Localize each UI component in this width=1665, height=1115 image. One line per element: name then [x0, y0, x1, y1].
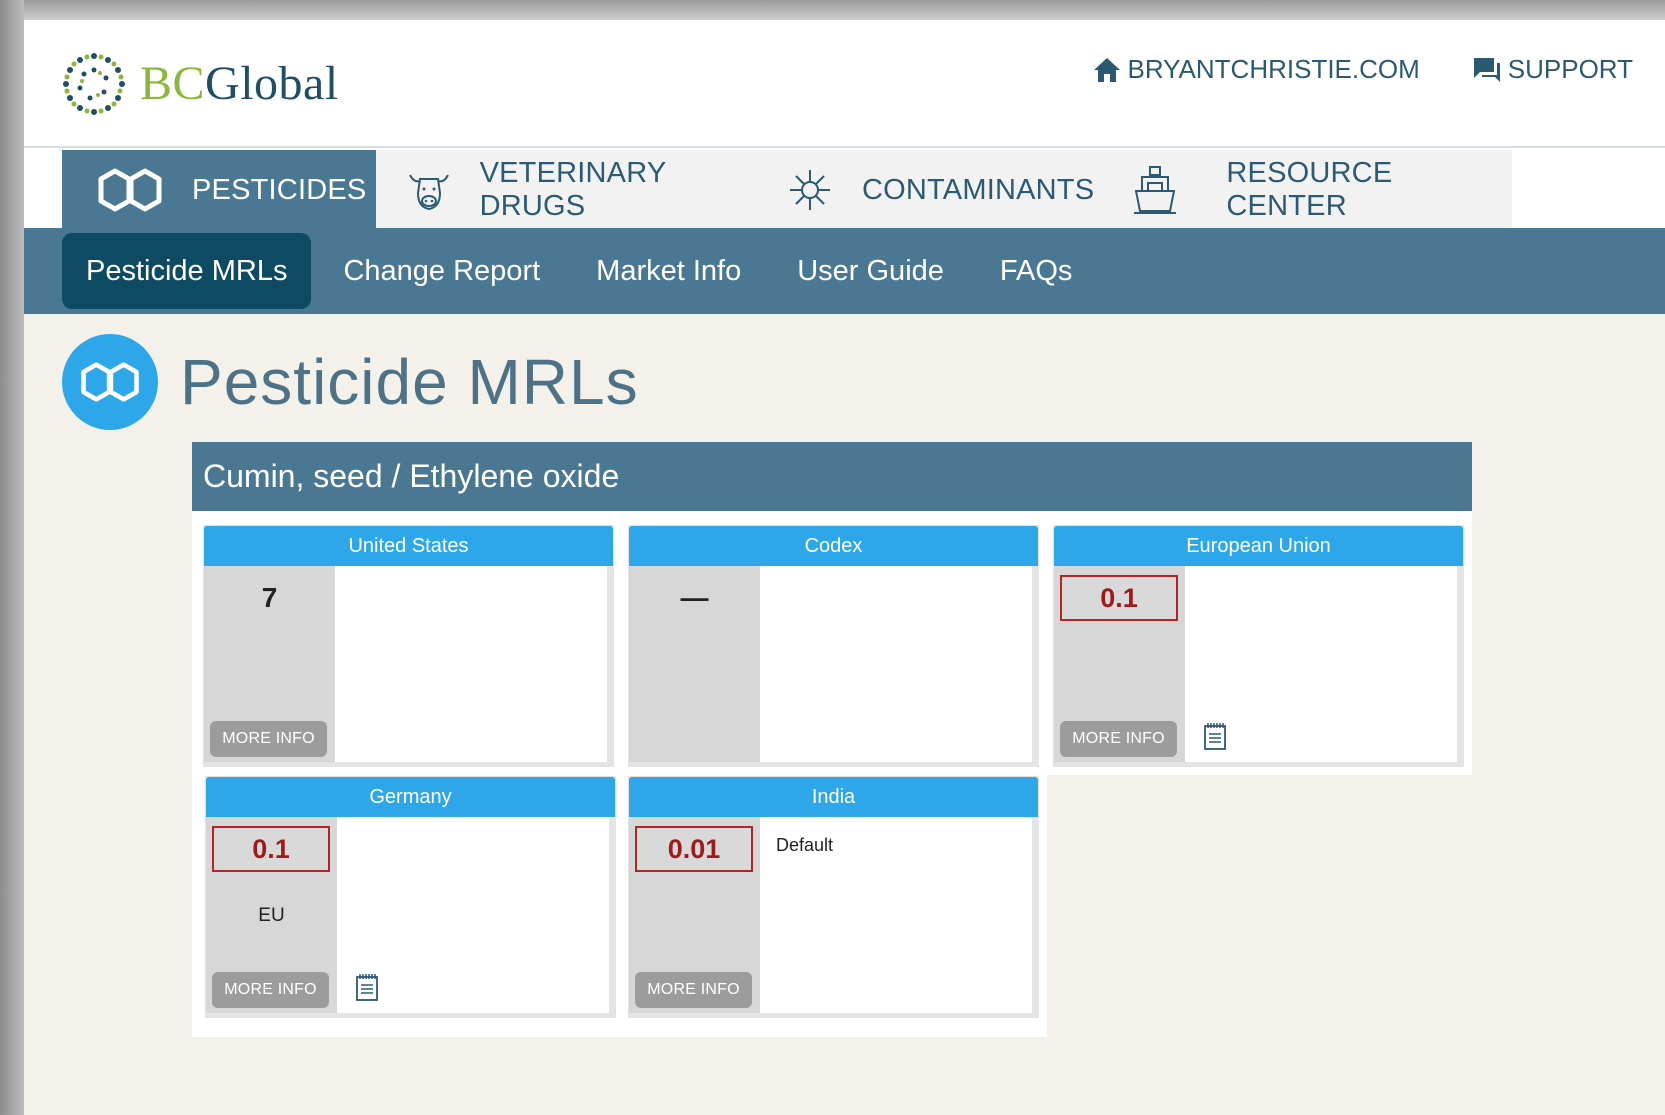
bryantchristie-link[interactable]: BRYANTCHRISTIE.COM [1093, 54, 1420, 85]
more-info-button[interactable]: MORE INFO [210, 721, 327, 757]
page-title: Pesticide MRLs [180, 346, 639, 418]
subnav-change-report[interactable]: Change Report [319, 233, 564, 309]
mrl-value: 0.01 [635, 826, 753, 872]
card-header: Codex [629, 526, 1038, 566]
browser-window: BCGlobal BRYANTCHRISTIE.COM SUPPORT PEST… [24, 20, 1665, 1115]
market-card-india: India 0.01 MORE INFO Default [628, 776, 1039, 1018]
page-title-block: Pesticide MRLs [62, 334, 639, 430]
logo-text: BCGlobal [140, 60, 339, 108]
sub-nav: Pesticide MRLs Change Report Market Info… [24, 228, 1665, 314]
market-card-germany: Germany 0.1 EU MORE INFO [205, 776, 616, 1018]
card-mrl-column: — [629, 566, 760, 762]
card-body: 0.1 MORE INFO [1054, 566, 1465, 762]
card-header: Germany [206, 777, 615, 817]
notes-icon[interactable] [1203, 722, 1227, 750]
hexagon-rings-icon [92, 167, 168, 213]
subnav-pesticide-mrls[interactable]: Pesticide MRLs [62, 233, 312, 309]
tab-veterinary-drugs-label: VETERINARY DRUGS [479, 157, 666, 222]
tab-contaminants[interactable]: CONTAMINANTS [766, 150, 1114, 230]
ship-icon [1130, 165, 1180, 215]
window-frame-top [0, 0, 1665, 20]
card-body: 7 MORE INFO [204, 566, 615, 762]
tab-resource-center[interactable]: RESOURCE CENTER [1114, 150, 1512, 230]
subnav-faqs[interactable]: FAQs [976, 233, 1097, 309]
card-body: 0.01 MORE INFO Default [629, 817, 1040, 1013]
cards-row-2: Germany 0.1 EU MORE INFO India 0.01 MORE… [192, 775, 1047, 1037]
card-mrl-column: 0.01 MORE INFO [629, 817, 760, 1013]
mrl-value: — [680, 582, 709, 613]
subnav-user-guide[interactable]: User Guide [773, 233, 968, 309]
bryantchristie-link-label: BRYANTCHRISTIE.COM [1127, 54, 1420, 84]
card-body: 0.1 EU MORE INFO [206, 817, 617, 1013]
more-info-button[interactable]: MORE INFO [212, 972, 329, 1008]
tab-contaminants-label: CONTAMINANTS [862, 173, 1095, 206]
market-card-european-union: European Union 0.1 MORE INFO [1053, 525, 1464, 767]
card-details [337, 817, 609, 1013]
mrl-result-panel: Cumin, seed / Ethylene oxide United Stat… [192, 442, 1472, 1037]
main-nav: PESTICIDES VETERINARY DRUGS CONTAMINANTS… [62, 150, 1512, 230]
mrl-basis-text: Default [776, 835, 834, 855]
market-card-united-states: United States 7 MORE INFO [203, 525, 614, 767]
card-header: European Union [1054, 526, 1463, 566]
bcglobal-logo[interactable]: BCGlobal [58, 44, 339, 124]
content-area: Pesticide MRLs Cumin, seed / Ethylene ox… [24, 314, 1665, 1115]
subnav-market-info[interactable]: Market Info [572, 233, 765, 309]
card-mrl-column: 0.1 EU MORE INFO [206, 817, 337, 1013]
mrl-note: EU [258, 905, 285, 926]
site-header: BCGlobal BRYANTCHRISTIE.COM SUPPORT [24, 20, 1665, 148]
tab-veterinary-drugs[interactable]: VETERINARY DRUGS [376, 150, 766, 230]
cards-row-1: United States 7 MORE INFO Codex — Europe… [192, 511, 1472, 775]
card-mrl-column: 7 MORE INFO [204, 566, 335, 762]
window-frame-left [0, 0, 24, 1115]
card-details: Default [760, 817, 1032, 1013]
card-mrl-column: 0.1 MORE INFO [1054, 566, 1185, 762]
card-header: India [629, 777, 1038, 817]
cow-icon [404, 167, 454, 213]
pesticides-badge-icon [62, 334, 158, 430]
card-header: United States [204, 526, 613, 566]
market-card-codex: Codex — [628, 525, 1039, 767]
card-body: — [629, 566, 1040, 762]
more-info-button[interactable]: MORE INFO [635, 972, 752, 1008]
card-details [760, 566, 1032, 762]
tab-resource-center-label: RESOURCE CENTER [1226, 157, 1393, 222]
card-details [335, 566, 607, 762]
support-link-label: SUPPORT [1507, 54, 1633, 84]
logo-global: Global [205, 57, 339, 110]
home-icon [1094, 57, 1121, 82]
tab-pesticides-label: PESTICIDES [192, 173, 367, 206]
notes-icon[interactable] [355, 973, 379, 1001]
mrl-value: 7 [261, 582, 278, 613]
tab-pesticides[interactable]: PESTICIDES [62, 150, 376, 230]
top-links: BRYANTCHRISTIE.COM SUPPORT [1093, 54, 1633, 85]
chat-icon [1473, 57, 1500, 82]
support-link[interactable]: SUPPORT [1472, 54, 1633, 85]
mrl-value: 0.1 [212, 826, 330, 872]
mrl-value: 0.1 [1060, 575, 1178, 621]
panel-title: Cumin, seed / Ethylene oxide [192, 442, 1472, 511]
card-details [1185, 566, 1457, 762]
logo-bc: BC [140, 57, 206, 110]
more-info-button[interactable]: MORE INFO [1060, 721, 1177, 757]
virus-icon [784, 168, 836, 212]
molecule-logo-icon [63, 53, 125, 115]
